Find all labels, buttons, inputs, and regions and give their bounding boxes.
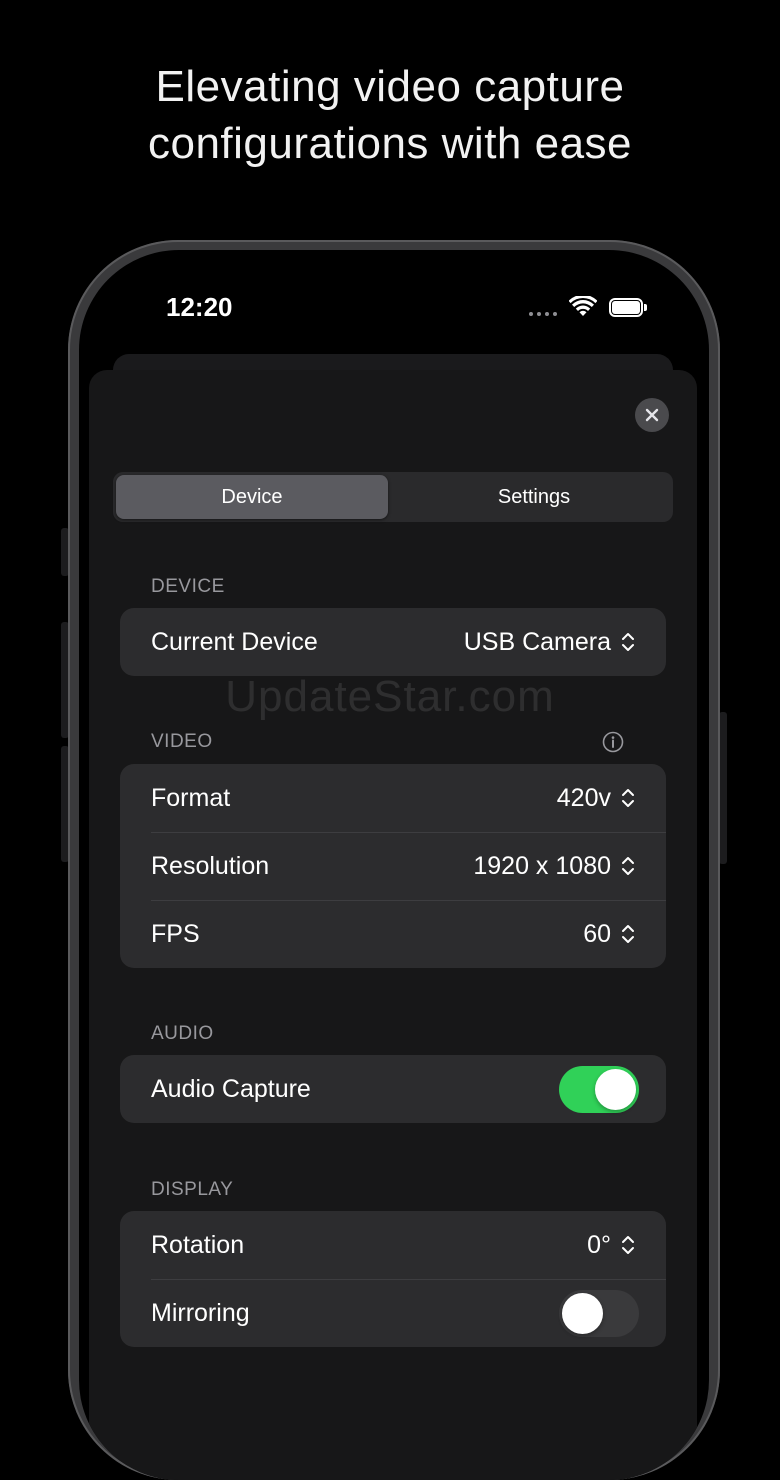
chevron-up-down-icon <box>622 633 634 651</box>
row-label: Rotation <box>151 1231 245 1259</box>
close-button[interactable] <box>635 398 669 432</box>
row-label: Audio Capture <box>151 1075 311 1103</box>
status-time: 12:20 <box>166 292 233 322</box>
section-label-display: DISPLAY <box>151 1179 234 1200</box>
current-device-picker[interactable]: USB Camera <box>464 608 635 676</box>
chevron-up-down-icon <box>622 789 634 807</box>
chevron-up-down-icon <box>622 1236 634 1254</box>
battery-icon <box>609 297 647 317</box>
row-value: 60 <box>583 920 611 948</box>
watermark: UpdateStar.com <box>225 672 555 721</box>
section-label-video: VIDEO <box>151 731 213 752</box>
row-value: USB Camera <box>463 628 611 656</box>
segmented-control: Device Settings <box>113 472 673 522</box>
fps-picker[interactable]: 60 <box>583 900 635 968</box>
group-video: Format 420v Resolution 1920 x 1080 FPS 6… <box>120 764 666 968</box>
chevron-up-down-icon <box>622 857 634 875</box>
phone-screen: 12:20 Device Settings DEVICE Current Dev… <box>79 250 709 1480</box>
section-header-video: VIDEO <box>89 731 697 755</box>
segment-device[interactable]: Device <box>116 475 388 519</box>
group-device: Current Device USB Camera <box>120 608 666 676</box>
row-value: 1920 x 1080 <box>473 852 611 880</box>
row-format[interactable]: Format 420v <box>120 764 666 832</box>
row-value: 420v <box>556 784 611 812</box>
info-icon[interactable] <box>602 731 624 753</box>
section-label-device: DEVICE <box>151 576 225 597</box>
phone-power-button <box>719 712 727 864</box>
format-picker[interactable]: 420v <box>557 764 635 832</box>
row-resolution[interactable]: Resolution 1920 x 1080 <box>120 832 666 900</box>
headline-line-2: configurations with ease <box>147 119 633 168</box>
status-icons <box>529 295 647 319</box>
row-fps[interactable]: FPS 60 <box>120 900 666 968</box>
row-value: 0° <box>587 1231 611 1259</box>
audio-capture-toggle[interactable] <box>559 1066 639 1113</box>
headline-line-1: Elevating video capture <box>155 62 625 111</box>
headline: Elevating video capture configurations w… <box>0 58 780 172</box>
row-current-device[interactable]: Current Device USB Camera <box>120 608 666 676</box>
row-mirroring: Mirroring <box>120 1279 666 1347</box>
chevron-up-down-icon <box>622 925 634 943</box>
group-display: Rotation 0° Mirroring <box>120 1211 666 1347</box>
group-audio: Audio Capture <box>120 1055 666 1123</box>
settings-sheet: Device Settings DEVICE Current Device US… <box>89 370 697 1480</box>
row-label: Resolution <box>151 852 270 880</box>
signal-dots-icon <box>529 296 557 318</box>
row-label: FPS <box>151 920 200 948</box>
row-audio-capture: Audio Capture <box>120 1055 666 1123</box>
row-label: Format <box>151 784 231 812</box>
rotation-picker[interactable]: 0° <box>587 1211 635 1279</box>
resolution-picker[interactable]: 1920 x 1080 <box>473 832 635 900</box>
mirroring-toggle[interactable] <box>559 1290 639 1337</box>
wifi-icon <box>569 296 597 316</box>
row-label: Mirroring <box>151 1299 250 1327</box>
close-icon <box>645 408 659 422</box>
section-label-audio: AUDIO <box>151 1023 214 1044</box>
row-label: Current Device <box>151 628 318 656</box>
segment-settings[interactable]: Settings <box>398 475 670 519</box>
row-rotation[interactable]: Rotation 0° <box>120 1211 666 1279</box>
